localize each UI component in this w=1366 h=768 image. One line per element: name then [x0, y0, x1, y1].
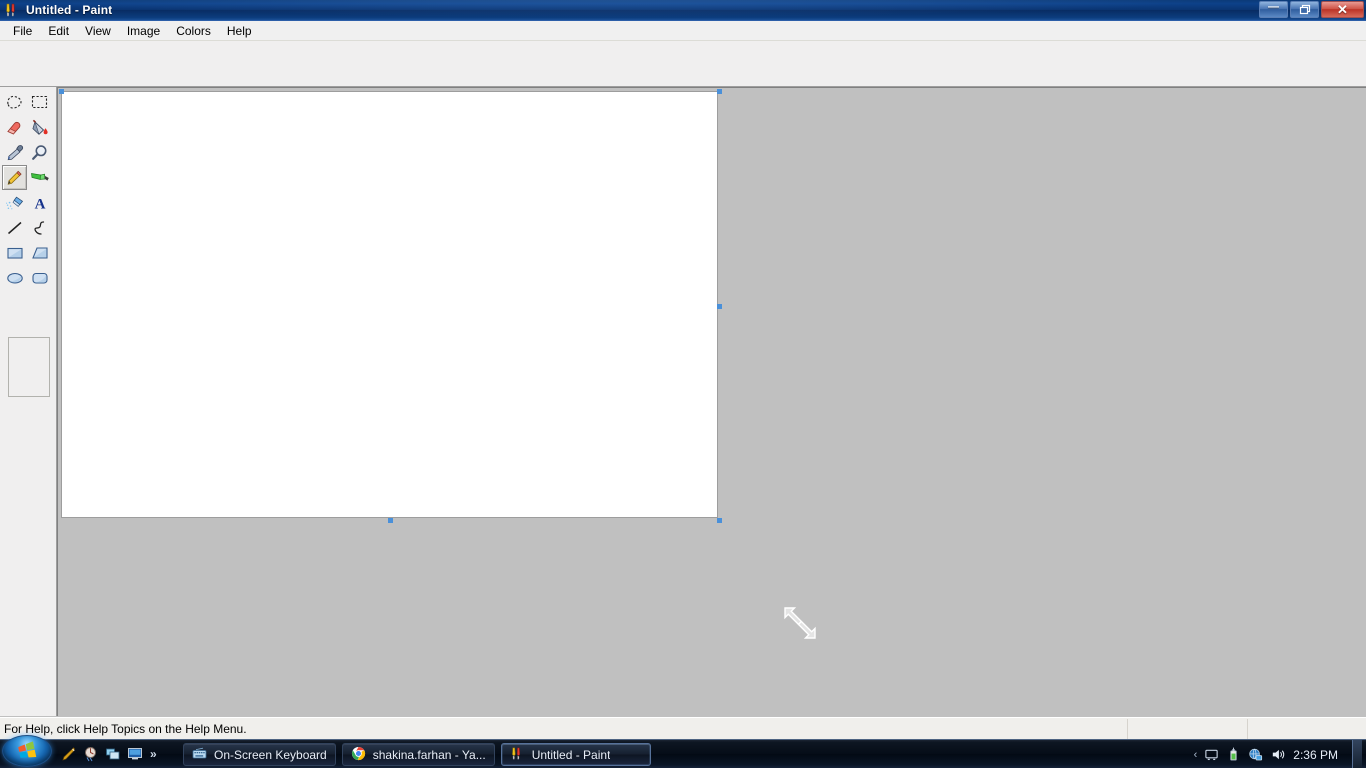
show-desktop-icon[interactable]: [126, 744, 144, 764]
tool-text[interactable]: A: [27, 190, 52, 215]
task-on-screen-keyboard[interactable]: On-Screen Keyboard: [183, 743, 336, 766]
network-icon[interactable]: [1247, 747, 1263, 763]
svg-text:A: A: [34, 196, 45, 212]
media-icon[interactable]: [82, 744, 100, 764]
selection-handle-right-middle[interactable]: [717, 304, 722, 309]
desktop: Untitled - Paint — ✕ File Edit View Imag…: [0, 0, 1366, 768]
tool-airbrush[interactable]: [2, 190, 27, 215]
menu-edit[interactable]: Edit: [40, 22, 77, 40]
tool-line[interactable]: [2, 215, 27, 240]
tool-rectangle[interactable]: [2, 240, 27, 265]
color-toolbar: [0, 41, 1366, 120]
tool-rectangle-select[interactable]: [27, 90, 52, 115]
drawing-canvas[interactable]: [61, 91, 718, 518]
tool-pencil[interactable]: [2, 165, 27, 190]
menu-image[interactable]: Image: [119, 22, 168, 40]
status-pane-size: [1248, 719, 1366, 739]
clock[interactable]: 2:36 PM: [1291, 748, 1346, 762]
task-label: Untitled - Paint: [531, 747, 611, 762]
window-controls: — ✕: [1259, 1, 1364, 18]
chrome-icon: [351, 746, 366, 764]
status-hint-text: For Help, click Help Topics on the Help …: [0, 718, 1128, 739]
task-label: shakina.farhan - Ya...: [372, 747, 486, 762]
pen-flick-icon[interactable]: [60, 744, 78, 764]
close-button[interactable]: ✕: [1321, 1, 1364, 18]
tool-eraser[interactable]: [2, 115, 27, 140]
tool-polygon[interactable]: [27, 240, 52, 265]
task-chrome[interactable]: shakina.farhan - Ya...: [341, 743, 495, 766]
tool-grid: A: [0, 87, 56, 290]
menu-file[interactable]: File: [5, 22, 40, 40]
show-desktop-button[interactable]: [1352, 740, 1362, 768]
status-pane-position: [1128, 718, 1248, 739]
menu-colors[interactable]: Colors: [168, 22, 219, 40]
volume-icon[interactable]: [1269, 747, 1285, 763]
window-titlebar[interactable]: Untitled - Paint — ✕: [0, 0, 1366, 21]
selection-handle-top-left[interactable]: [59, 89, 64, 94]
status-bar: For Help, click Help Topics on the Help …: [0, 717, 1366, 739]
menu-bar: File Edit View Image Colors Help: [0, 21, 1366, 41]
tool-curve[interactable]: [27, 215, 52, 240]
tool-ellipse[interactable]: [2, 265, 27, 290]
task-paint[interactable]: Untitled - Paint: [500, 743, 651, 766]
window-title: Untitled - Paint: [26, 3, 113, 17]
canvas-container: [59, 89, 722, 523]
diagonal-resize-cursor: [782, 605, 818, 641]
tool-box: A: [0, 87, 57, 716]
paint-brushes-icon: [510, 746, 525, 764]
system-tray: ‹ 2:36 PM: [1194, 740, 1362, 768]
task-label: On-Screen Keyboard: [214, 747, 327, 762]
tool-free-form-select[interactable]: [2, 90, 27, 115]
selection-handle-top-right[interactable]: [717, 89, 722, 94]
quick-launch-overflow-icon[interactable]: »: [150, 747, 157, 761]
canvas-work-area[interactable]: [57, 87, 1366, 716]
tray-expand-icon[interactable]: ‹: [1194, 749, 1198, 761]
restore-button[interactable]: [1290, 1, 1319, 18]
selection-handle-bottom-center[interactable]: [388, 518, 393, 523]
taskbar: » On-Screen Keyboard shakina.farhan - Ya…: [0, 735, 1366, 768]
tool-brush[interactable]: [27, 165, 52, 190]
keyboard-icon: [192, 746, 207, 764]
windows-logo-icon: [2, 735, 52, 767]
battery-icon[interactable]: [1225, 747, 1241, 763]
switch-windows-icon[interactable]: [104, 744, 122, 764]
menu-help[interactable]: Help: [219, 22, 260, 40]
menu-view[interactable]: View: [77, 22, 119, 40]
paint-brushes-icon: [4, 2, 20, 18]
minimize-button[interactable]: —: [1259, 1, 1288, 18]
task-buttons: On-Screen Keyboard shakina.farhan - Ya..…: [183, 743, 651, 766]
tool-pick-color[interactable]: [2, 140, 27, 165]
quick-launch-bar: »: [60, 744, 157, 764]
start-button[interactable]: [2, 735, 54, 768]
monitor-icon[interactable]: [1203, 747, 1219, 763]
tool-magnifier[interactable]: [27, 140, 52, 165]
tool-fill-with-color[interactable]: [27, 115, 52, 140]
tool-options-panel[interactable]: [8, 337, 50, 397]
selection-handle-bottom-right[interactable]: [717, 518, 722, 523]
tool-rounded-rectangle[interactable]: [27, 265, 52, 290]
